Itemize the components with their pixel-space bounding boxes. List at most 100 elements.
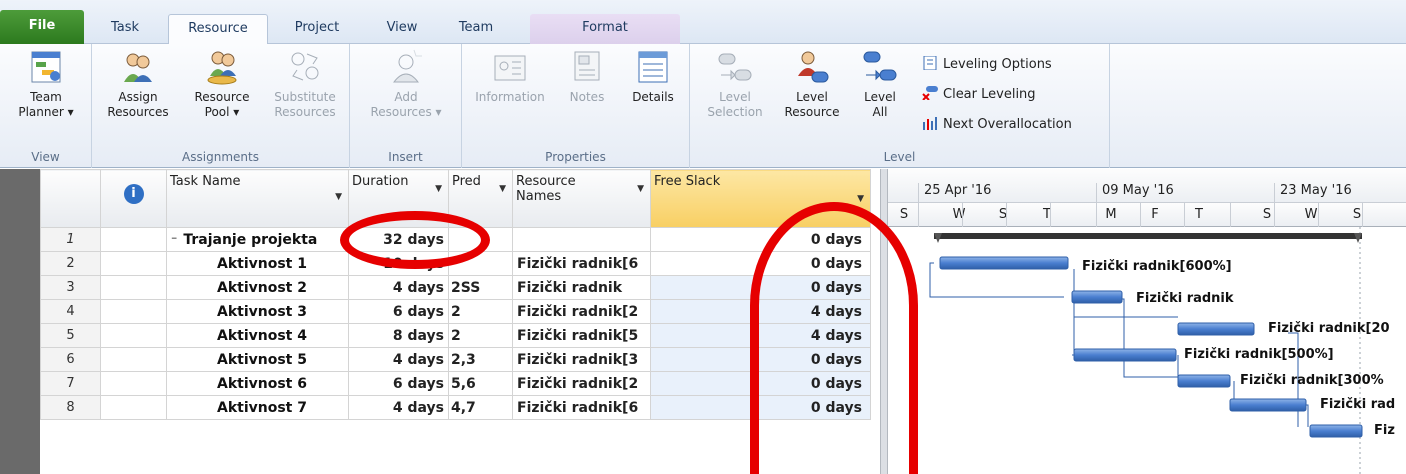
task-name-cell[interactable]: Aktivnost 4 <box>166 323 349 348</box>
level-all-button[interactable]: Level All <box>854 48 906 120</box>
group-label-view: View <box>31 150 60 164</box>
duration-cell[interactable]: 8 days <box>348 323 449 348</box>
ribbon-group-properties: Information Notes Details Properties <box>462 44 690 168</box>
bar-resource-label: Fizički radnik <box>1136 291 1234 306</box>
bar-resource-label: Fizički radnik[500%] <box>1184 347 1334 362</box>
table-row[interactable]: 5 Aktivnost 4 8 days 2 Fizički radnik[5 … <box>40 323 871 348</box>
duration-cell[interactable]: 4 days <box>348 347 449 372</box>
task-bar[interactable] <box>939 256 1069 270</box>
row-id: 5 <box>40 323 101 348</box>
task-bar[interactable] <box>1177 374 1231 388</box>
column-header-id[interactable] <box>40 169 101 228</box>
leveling-options-button[interactable]: Leveling Options <box>922 55 1052 76</box>
chevron-down-icon[interactable]: ▼ <box>857 194 864 204</box>
task-bar[interactable] <box>1073 348 1177 362</box>
duration-cell[interactable]: 4 days <box>348 275 449 300</box>
pred-cell[interactable]: 4,7 <box>448 395 513 420</box>
duration-cell[interactable]: 4 days <box>348 395 449 420</box>
duration-cell[interactable]: 6 days <box>348 371 449 396</box>
team-planner-label-line1: Team <box>30 90 62 104</box>
pred-cell[interactable]: 5,6 <box>448 371 513 396</box>
duration-cell[interactable]: 6 days <box>348 299 449 324</box>
notes-button[interactable]: Notes <box>558 48 616 105</box>
table-row[interactable]: 4 Aktivnost 3 6 days 2 Fizički radnik[2 … <box>40 299 871 324</box>
resource-names-cell[interactable]: Fizički radnik <box>512 275 651 300</box>
timescale-week-label: 23 May '16 <box>1280 183 1352 198</box>
task-bar[interactable] <box>1229 398 1307 412</box>
level-selection-label-line2: Selection <box>707 105 763 119</box>
chevron-down-icon[interactable]: ▼ <box>637 184 644 194</box>
tab-task[interactable]: Task <box>98 14 152 44</box>
pred-cell[interactable]: 2 <box>448 323 513 348</box>
timescale-week-label: 09 May '16 <box>1102 183 1174 198</box>
substitute-resources-button[interactable]: Substitute Resources <box>268 48 342 120</box>
timescale-day-label: S <box>899 207 909 222</box>
task-bar[interactable] <box>1309 424 1363 438</box>
details-button[interactable]: Details <box>622 48 684 105</box>
timescale-day-label: T <box>1043 207 1051 222</box>
pred-cell[interactable]: 2,3 <box>448 347 513 372</box>
table-row[interactable]: 3 Aktivnost 2 4 days 2SS Fizički radnik … <box>40 275 871 300</box>
pred-cell[interactable]: 2 <box>448 299 513 324</box>
table-row[interactable]: 6 Aktivnost 5 4 days 2,3 Fizički radnik[… <box>40 347 871 372</box>
assign-resources-button[interactable]: Assign Resources <box>106 48 170 120</box>
substitute-label-line1: Substitute <box>274 90 336 104</box>
tab-project[interactable]: Project <box>282 14 352 44</box>
level-resource-button[interactable]: Level Resource <box>776 48 848 120</box>
clear-leveling-icon <box>922 86 938 101</box>
team-planner-button[interactable]: Team Planner ▾ <box>4 48 88 120</box>
table-row[interactable]: 8 Aktivnost 7 4 days 4,7 Fizički radnik[… <box>40 395 871 420</box>
resource-names-cell[interactable]: Fizički radnik[6 <box>512 395 651 420</box>
tab-view[interactable]: View <box>372 14 432 44</box>
information-button[interactable]: Information <box>468 48 552 105</box>
task-name-cell[interactable]: Aktivnost 1 <box>166 251 349 276</box>
task-name-cell[interactable]: ⁻ Trajanje projekta <box>166 227 349 252</box>
bar-resource-label: Fizički radnik[600%] <box>1082 259 1232 274</box>
timescale-day-label: W <box>952 207 966 222</box>
ribbon-group-insert: Add Resources ▾ Insert <box>350 44 462 168</box>
resource-names-cell[interactable] <box>512 227 651 252</box>
resource-names-cell[interactable]: Fizički radnik[3 <box>512 347 651 372</box>
task-name-cell[interactable]: Aktivnost 7 <box>166 395 349 420</box>
resource-names-cell[interactable]: Fizički radnik[2 <box>512 371 651 396</box>
column-header-indicators[interactable]: i <box>100 169 167 228</box>
tab-resource[interactable]: Resource <box>168 14 268 45</box>
pred-cell[interactable]: 2SS <box>448 275 513 300</box>
table-row[interactable]: 7 Aktivnost 6 6 days 5,6 Fizički radnik[… <box>40 371 871 396</box>
column-header-task-name[interactable]: Task Name ▼ <box>166 169 349 228</box>
clear-leveling-label: Clear Leveling <box>943 87 1036 102</box>
tab-team[interactable]: Team <box>448 14 504 44</box>
row-id: 7 <box>40 371 101 396</box>
group-label-insert: Insert <box>388 150 423 164</box>
clear-leveling-button[interactable]: Clear Leveling <box>922 86 1036 106</box>
row-id: 1 <box>40 227 101 252</box>
task-bar[interactable] <box>1071 290 1123 304</box>
task-name-cell[interactable]: Aktivnost 2 <box>166 275 349 300</box>
leveling-options-label: Leveling Options <box>943 57 1052 72</box>
tab-file[interactable]: File <box>0 10 84 44</box>
resource-names-cell[interactable]: Fizički radnik[5 <box>512 323 651 348</box>
level-selection-button[interactable]: Level Selection <box>698 48 772 120</box>
column-header-pred-label: Pred <box>452 174 481 189</box>
chevron-down-icon[interactable]: ▼ <box>435 184 442 194</box>
resource-pool-button[interactable]: Resource Pool ▾ <box>186 48 258 120</box>
task-bar[interactable] <box>1177 322 1255 336</box>
ribbon-group-level: Level Selection Level Resource Level All… <box>690 44 1110 168</box>
column-header-resource-names[interactable]: Resource Names ▼ <box>512 169 651 228</box>
next-overallocation-label: Next Overallocation <box>943 117 1072 132</box>
next-overallocation-button[interactable]: Next Overallocation <box>922 116 1072 136</box>
resource-names-cell[interactable]: Fizički radnik[2 <box>512 299 651 324</box>
task-name-cell[interactable]: Aktivnost 3 <box>166 299 349 324</box>
task-name-cell[interactable]: Aktivnost 6 <box>166 371 349 396</box>
tab-format[interactable]: Format <box>530 14 680 44</box>
chevron-down-icon[interactable]: ▼ <box>335 192 342 202</box>
info-icon: i <box>123 184 144 204</box>
summary-bar[interactable] <box>934 233 1362 243</box>
collapse-icon[interactable]: ⁻ <box>171 233 177 247</box>
resource-names-cell[interactable]: Fizički radnik[6 <box>512 251 651 276</box>
chevron-down-icon[interactable]: ▼ <box>499 184 506 194</box>
details-icon <box>635 48 671 86</box>
task-name-cell[interactable]: Aktivnost 5 <box>166 347 349 372</box>
add-resources-button[interactable]: Add Resources ▾ <box>360 48 452 120</box>
ribbon-tab-bar: File Task Resource Project View Team For… <box>0 0 1406 45</box>
